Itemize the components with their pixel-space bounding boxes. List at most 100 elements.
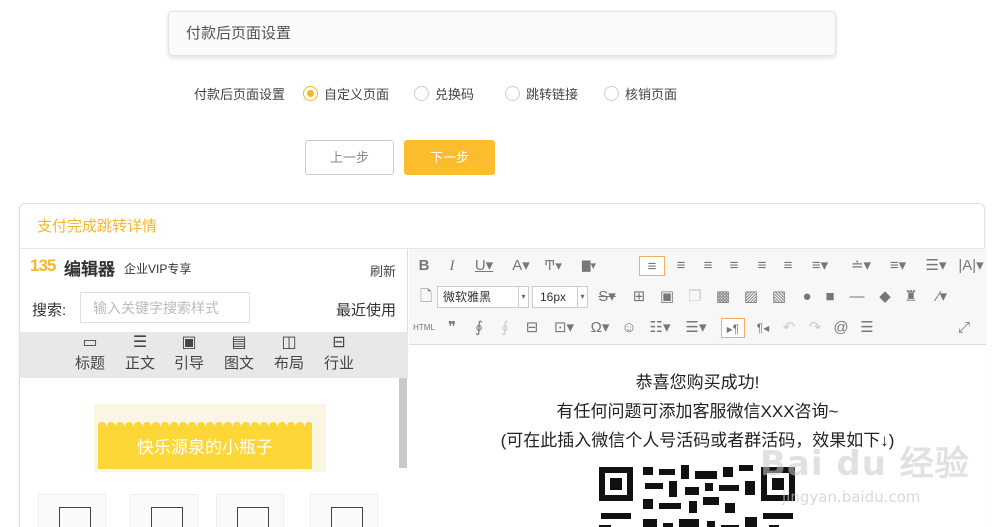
radio-redeem-code[interactable]: 兑换码 — [414, 82, 474, 104]
radio-label: 兑换码 — [435, 86, 475, 102]
screenshot-icon[interactable]: ▧ — [769, 287, 789, 307]
tab-image-text[interactable]: ▤ 图文 — [219, 332, 259, 378]
template-scrollbar[interactable] — [399, 378, 407, 468]
unlink-icon[interactable]: ∮ — [495, 318, 515, 338]
radio-custom-page[interactable]: 自定义页面 — [303, 82, 389, 104]
rtl-icon[interactable]: ¶◂ — [752, 318, 774, 338]
search-label: 搜索: — [32, 302, 67, 319]
format-painter-icon[interactable]: ♜ — [901, 287, 921, 307]
font-family-value: 微软雅黑 — [443, 290, 492, 304]
link-icon[interactable]: ∮ — [469, 318, 489, 338]
radio-verify-page[interactable]: 核销页面 — [604, 82, 677, 104]
image-icon[interactable]: ▨ — [741, 287, 761, 307]
align-center-icon[interactable]: ≡ — [670, 256, 692, 276]
tab-layout[interactable]: ◫ 布局 — [269, 332, 309, 378]
unordered-list-icon[interactable]: ☰▾ — [681, 318, 711, 338]
word-import-icon[interactable]: ▩ — [713, 287, 733, 307]
paragraph-after-icon[interactable]: ≡▾ — [883, 256, 913, 276]
refresh-link[interactable]: 刷新 — [370, 261, 396, 280]
table-icon[interactable]: ⊞ — [629, 287, 649, 307]
text-effect-icon[interactable]: Ͳ▾ — [539, 256, 567, 276]
tab-label: 图文 — [223, 355, 254, 372]
template-item[interactable] — [216, 494, 284, 527]
anchor-icon[interactable]: ⊟ — [521, 318, 543, 338]
quote-icon[interactable]: ❞ — [442, 318, 462, 338]
special-char-icon[interactable]: Ω▾ — [585, 318, 615, 338]
magic-wand-icon[interactable]: ⁄▾ — [927, 287, 957, 307]
tab-industry[interactable]: ⊟ 行业 — [319, 332, 359, 378]
bold-icon[interactable]: B — [416, 256, 432, 276]
horizontal-rule-icon[interactable]: — — [847, 287, 867, 307]
ordered-list-icon[interactable]: ☷▾ — [645, 318, 675, 338]
radio-circle[interactable] — [414, 85, 429, 101]
template-icon[interactable]: ☰ — [857, 318, 877, 338]
font-family-select[interactable]: 微软雅黑 ▾ — [437, 286, 529, 308]
template-item[interactable] — [38, 494, 106, 527]
logo-name: 编辑器 — [64, 260, 115, 279]
insert-frame-icon[interactable]: ⊡▾ — [549, 318, 579, 338]
layout-icon: ◫ — [281, 334, 297, 351]
ltr-icon[interactable]: ▸¶ — [721, 318, 745, 338]
align-middle-icon[interactable]: ≡ — [723, 256, 745, 276]
list-style-icon[interactable]: ☰▾ — [921, 256, 951, 276]
html-source-icon[interactable]: HTML — [412, 318, 436, 338]
template-item[interactable] — [310, 494, 378, 527]
paragraph-before-icon[interactable]: ≐▾ — [846, 256, 876, 276]
radio-label: 跳转链接 — [526, 86, 579, 102]
editor-content[interactable]: 恭喜您购买成功! 有任何问题可添加客服微信XXX咨询~ (可在此插入微信个人号活… — [409, 346, 986, 527]
italic-icon[interactable]: I — [444, 256, 460, 276]
industry-icon: ⊟ — [332, 334, 346, 351]
qr-code-image — [599, 463, 795, 527]
editor-line: 恭喜您购买成功! — [635, 373, 760, 392]
editor-toolbar: B I U▾ A▾ Ͳ▾ ▇▾ ≡ ≡ ≡ ≡ ≡ ≡ ≡▾ ≐▾ ≡▾ ☰▾ … — [409, 249, 986, 345]
logo-mark: 135 — [30, 256, 56, 275]
video-icon[interactable]: ■ — [819, 287, 841, 307]
qr-finder — [761, 467, 795, 501]
radio-circle[interactable] — [505, 85, 520, 101]
emoji-icon[interactable]: ☺ — [619, 318, 639, 338]
image-text-icon: ▤ — [231, 334, 247, 351]
tab-label: 引导 — [173, 355, 204, 372]
new-document-icon[interactable]: 🗋 — [417, 287, 435, 307]
radio-redirect-link[interactable]: 跳转链接 — [505, 82, 578, 104]
tab-label: 布局 — [273, 355, 304, 372]
next-step-button[interactable]: 下一步 — [404, 140, 495, 175]
prev-step-button[interactable]: 上一步 — [305, 140, 394, 175]
underline-icon[interactable]: U▾ — [471, 256, 497, 276]
fullscreen-icon[interactable]: ⤢ — [954, 318, 974, 338]
radio-circle-checked[interactable] — [303, 85, 318, 101]
tab-title[interactable]: ▭ 标题 — [70, 332, 110, 378]
tab-label: 行业 — [323, 355, 354, 372]
justify-icon[interactable]: ≡ — [751, 256, 773, 276]
audio-icon[interactable]: ● — [797, 287, 817, 307]
template-item-banner[interactable]: 快乐源泉的小瓶子 — [98, 420, 312, 469]
search-replace-icon[interactable]: @ — [831, 318, 851, 338]
line-spacing-icon[interactable]: ≡▾ — [803, 256, 837, 276]
tab-guide[interactable]: ▣ 引导 — [169, 332, 209, 378]
title-icon: ▭ — [82, 334, 98, 351]
undo-icon[interactable]: ↶ — [779, 318, 799, 338]
options-label: 付款后页面设置 — [194, 87, 286, 102]
copy-format-icon[interactable]: ❐ — [685, 287, 705, 307]
tab-label: 正文 — [124, 355, 155, 372]
eraser-icon[interactable]: ◆ — [875, 287, 895, 307]
letter-spacing-icon[interactable]: |A|▾ — [957, 256, 985, 276]
insert-image-icon[interactable]: ▣ — [657, 287, 677, 307]
search-input[interactable] — [80, 292, 250, 323]
category-tabs: ▭ 标题 ☰ 正文 ▣ 引导 ▤ 图文 ◫ 布局 ⊟ 行业 — [20, 332, 408, 378]
tab-text[interactable]: ☰ 正文 — [120, 332, 160, 378]
radio-circle[interactable] — [604, 85, 619, 101]
align-right-icon[interactable]: ≡ — [697, 256, 719, 276]
background-color-icon[interactable]: ▇▾ — [574, 256, 604, 276]
template-item[interactable] — [130, 494, 198, 527]
font-size-select[interactable]: 16px ▾ — [532, 286, 588, 308]
redo-icon[interactable]: ↷ — [805, 318, 825, 338]
template-list: 快乐源泉的小瓶子 — [20, 378, 408, 527]
qr-finder — [599, 467, 633, 501]
strikethrough-icon[interactable]: S▾ — [593, 287, 621, 307]
align-left-icon[interactable]: ≡ — [639, 256, 665, 276]
font-color-icon[interactable]: A▾ — [507, 256, 535, 276]
toolbar-row-3: HTML ❞ ∮ ∮ ⊟ ⊡▾ Ω▾ ☺ ☷▾ ☰▾ ▸¶ ¶◂ ↶ ↷ @ ☰… — [409, 314, 986, 342]
recent-used-link[interactable]: 最近使用 — [336, 299, 396, 320]
indent-icon[interactable]: ≡ — [777, 256, 799, 276]
